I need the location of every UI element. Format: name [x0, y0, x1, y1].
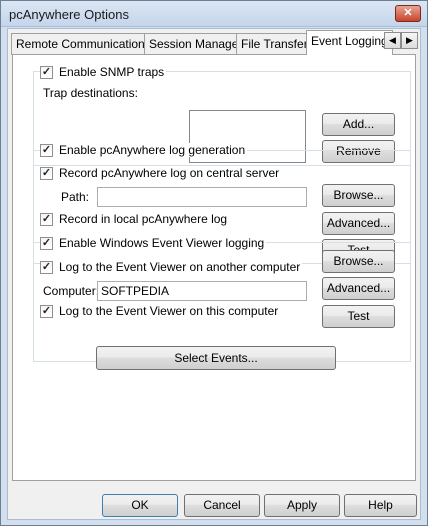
checkbox-label: Enable Windows Event Viewer logging — [59, 236, 265, 250]
check-icon: ✓ — [41, 236, 52, 249]
window-title: pcAnywhere Options — [9, 7, 129, 22]
tab-scroll-arrows: ◀ ▶ — [384, 32, 418, 49]
close-icon: ✕ — [403, 7, 413, 19]
checkbox-label: Enable SNMP traps — [59, 65, 165, 79]
select-events-button[interactable]: Select Events... — [96, 346, 336, 370]
record-local-log-checkbox[interactable]: ✓ Record in local pcAnywhere log — [40, 212, 230, 226]
tab-scroll-left-button[interactable]: ◀ — [384, 32, 401, 49]
tab-label: Remote Communications — [16, 37, 151, 51]
enable-snmp-checkbox[interactable]: ✓ Enable SNMP traps — [40, 65, 167, 79]
eventviewer-advanced-button[interactable]: Advanced... — [322, 277, 395, 300]
checkbox-label: Enable pcAnywhere log generation — [59, 143, 246, 157]
log-this-computer-checkbox[interactable]: ✓ Log to the Event Viewer on this comput… — [40, 304, 281, 318]
checkbox-box: ✓ — [40, 260, 53, 274]
eventviewer-browse-button[interactable]: Browse... — [322, 250, 395, 273]
arrow-right-icon: ▶ — [406, 35, 413, 45]
tab-label: Event Logging — [311, 34, 388, 48]
arrow-left-icon: ◀ — [389, 35, 396, 45]
tab-label: Session Manager — [149, 37, 243, 51]
log-browse-button[interactable]: Browse... — [322, 184, 395, 207]
check-icon: ✓ — [41, 212, 52, 225]
checkbox-box: ✓ — [40, 236, 53, 250]
dialog-client: Remote Communications Session Manager Fi… — [7, 28, 421, 520]
eventviewer-test-button[interactable]: Test — [322, 305, 395, 328]
trap-destinations-label: Trap destinations: — [43, 86, 138, 100]
enable-log-generation-checkbox[interactable]: ✓ Enable pcAnywhere log generation — [40, 143, 248, 157]
log-advanced-button[interactable]: Advanced... — [322, 212, 395, 235]
checkbox-label: Record pcAnywhere log on central server — [59, 166, 280, 180]
add-button[interactable]: Add... — [322, 113, 395, 136]
title-bar[interactable]: pcAnywhere Options ✕ — [1, 1, 427, 27]
apply-button[interactable]: Apply — [264, 494, 340, 517]
close-button[interactable]: ✕ — [395, 5, 421, 22]
checkbox-box: ✓ — [40, 212, 53, 226]
tab-event-logging[interactable]: Event Logging — [306, 30, 393, 55]
ok-button[interactable]: OK — [102, 494, 178, 517]
tab-remote-communications[interactable]: Remote Communications — [11, 33, 156, 55]
options-dialog: pcAnywhere Options ✕ Remote Communicatio… — [0, 0, 428, 526]
record-central-server-checkbox[interactable]: ✓ Record pcAnywhere log on central serve… — [40, 166, 282, 180]
checkbox-label: Log to the Event Viewer on this computer — [59, 304, 279, 318]
tab-label: File Transfer — [241, 37, 308, 51]
tab-file-transfer[interactable]: File Transfer — [236, 33, 313, 55]
log-another-computer-checkbox[interactable]: ✓ Log to the Event Viewer on another com… — [40, 260, 303, 274]
check-icon: ✓ — [41, 260, 52, 273]
event-logging-panel: ✓ Enable SNMP traps Trap destinations: A… — [12, 54, 416, 481]
help-button[interactable]: Help — [344, 494, 417, 517]
tab-scroll-right-button[interactable]: ▶ — [401, 32, 418, 49]
checkbox-box: ✓ — [40, 304, 53, 318]
dialog-footer: OK Cancel Apply Help — [8, 484, 420, 519]
checkbox-box: ✓ — [40, 143, 53, 157]
cancel-button[interactable]: Cancel — [184, 494, 260, 517]
check-icon: ✓ — [41, 166, 52, 179]
checkbox-label: Log to the Event Viewer on another compu… — [59, 260, 301, 274]
path-input[interactable] — [97, 187, 307, 207]
check-icon: ✓ — [41, 304, 52, 317]
check-icon: ✓ — [41, 65, 52, 78]
check-icon: ✓ — [41, 143, 52, 156]
path-label: Path: — [61, 190, 90, 204]
tab-session-manager[interactable]: Session Manager — [144, 33, 248, 55]
computer-input[interactable]: SOFTPEDIA — [97, 281, 307, 301]
enable-event-viewer-checkbox[interactable]: ✓ Enable Windows Event Viewer logging — [40, 236, 267, 250]
checkbox-label: Record in local pcAnywhere log — [59, 212, 228, 226]
checkbox-box: ✓ — [40, 65, 53, 79]
computer-label: Computer: — [43, 284, 100, 298]
checkbox-box: ✓ — [40, 166, 53, 180]
